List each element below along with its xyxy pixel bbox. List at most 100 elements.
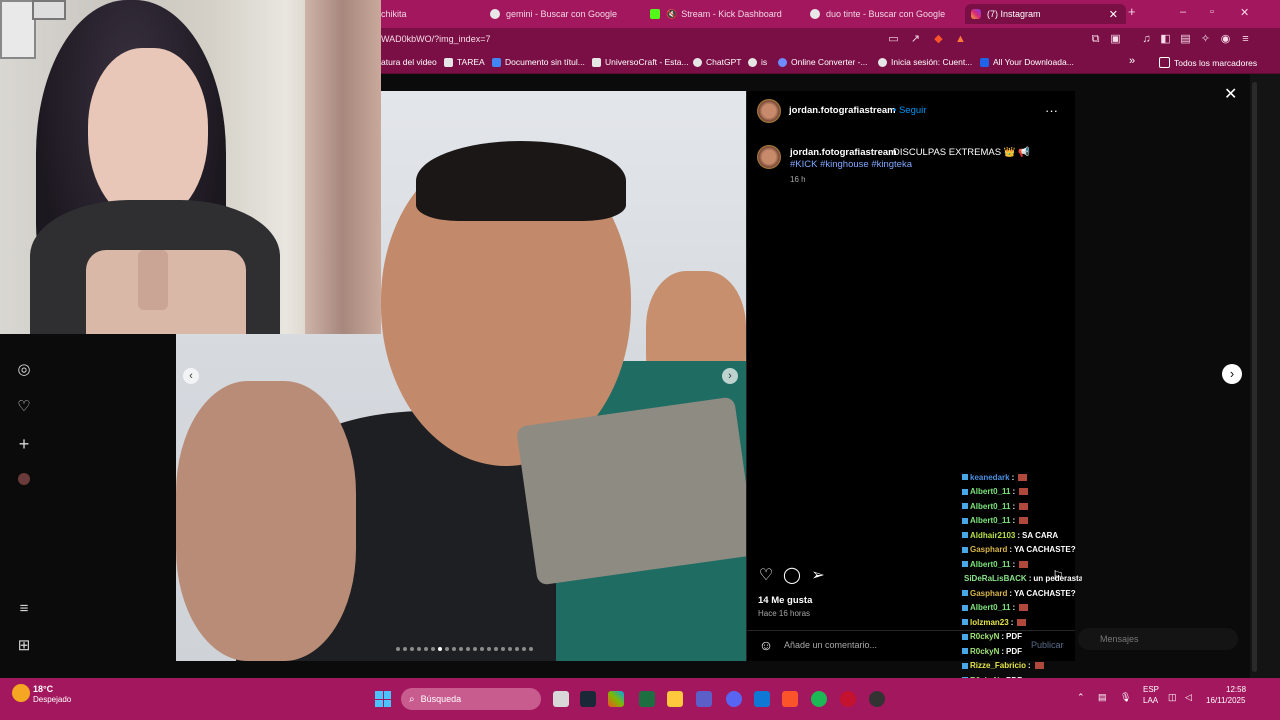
tray-chevron-icon[interactable]: ⌃ (1077, 692, 1085, 703)
wallet2-icon[interactable]: ▤ (1179, 33, 1192, 46)
chat-username: Rizze_Fabricio (970, 661, 1027, 671)
maximize-icon[interactable]: ▫ (1210, 6, 1214, 18)
bookmark-item[interactable]: UniversoCraft - Esta... (592, 57, 689, 67)
tab-duo-tinte[interactable]: duo tinte - Buscar con Google (810, 4, 960, 24)
chat-username: R0ckyN (970, 632, 1000, 642)
follow-button[interactable]: • Seguir (893, 105, 926, 116)
like-heart-icon[interactable]: ♡ (757, 567, 775, 585)
excel-icon[interactable] (639, 691, 655, 707)
copilot-icon[interactable] (608, 691, 624, 707)
chat-line: Aldhair2103: SA CARA (962, 528, 1082, 543)
app-icon[interactable] (840, 691, 856, 707)
volume-icon[interactable]: ◁ (1185, 692, 1192, 703)
url-field[interactable]: WAD0kbWO/?img_index=7 (381, 34, 490, 44)
share-send-icon[interactable]: ➢ (809, 567, 827, 585)
brave-shield-icon[interactable]: ◆ (932, 33, 945, 46)
comment-icon[interactable]: ◯ (783, 567, 801, 585)
chat-separator: : (1012, 559, 1016, 569)
teams-icon[interactable] (696, 691, 712, 707)
wallet-icon[interactable]: ▣ (1109, 33, 1122, 46)
caption-avatar[interactable] (757, 145, 781, 169)
caption-username[interactable]: jordan.fotografiastream (790, 147, 897, 158)
menu-icon[interactable]: ≡ (1239, 33, 1252, 46)
spotify-icon[interactable] (811, 691, 827, 707)
carousel-next-button[interactable]: › (722, 368, 738, 384)
likes-count[interactable]: 14 Me gusta (758, 595, 812, 606)
mic-tray-icon[interactable]: 🎙 (1120, 692, 1131, 703)
sidebar-icon[interactable]: ◧ (1159, 33, 1172, 46)
chat-badge-icon (962, 633, 968, 640)
bookmarks-more-button[interactable]: » (1129, 55, 1135, 67)
task-view-icon[interactable] (553, 691, 569, 707)
author-username[interactable]: jordan.fotografiastream (789, 105, 896, 116)
emoji-icon[interactable]: ☺ (757, 636, 775, 654)
bookmark-label: Online Converter -... (791, 57, 868, 67)
leo-icon[interactable]: ✧ (1199, 33, 1212, 46)
brave-icon[interactable] (782, 691, 798, 707)
chatgpt-icon (693, 57, 702, 67)
chat-badge-icon (962, 532, 968, 539)
folder-icon (1159, 57, 1170, 68)
scrollbar-thumb[interactable] (1252, 82, 1257, 672)
next-post-button[interactable]: › (1222, 364, 1242, 384)
file-explorer-icon[interactable] (667, 691, 683, 707)
more-options-icon[interactable]: ··· (1045, 103, 1058, 118)
network-icon[interactable]: ▤ (1098, 692, 1107, 703)
bookmark-label: is (761, 57, 768, 67)
new-tab-button[interactable]: + (1128, 4, 1136, 19)
close-modal-icon[interactable]: ✕ (1224, 84, 1237, 104)
extensions-icon[interactable]: ⧉ (1089, 33, 1102, 46)
close-window-icon[interactable]: ✕ (1240, 6, 1249, 19)
taskbar-search[interactable]: ⌕ Búsqueda (401, 688, 541, 710)
clock-date[interactable]: 16/11/2025 (1206, 696, 1245, 705)
all-bookmarks-button[interactable]: Todos los marcadores (1159, 57, 1257, 68)
obs-icon[interactable] (869, 691, 885, 707)
lang-code[interactable]: ESP (1143, 685, 1159, 694)
tab-gemini[interactable]: gemini - Buscar con Google (490, 4, 640, 24)
weather-temp[interactable]: 18°C (33, 684, 53, 694)
author-avatar[interactable] (757, 99, 781, 123)
chat-username: Albert0_11 (970, 559, 1011, 569)
windows-start-icon[interactable] (375, 691, 391, 707)
tab-chikita[interactable]: chikita (381, 4, 481, 24)
comment-input[interactable]: Añade un comentario... (784, 640, 877, 650)
music-icon[interactable]: ♫ (1140, 33, 1153, 46)
bookmark-item[interactable]: atura del video (381, 57, 437, 67)
bookmark-item[interactable]: ChatGPT (693, 57, 741, 67)
tab-kick[interactable]: 🔇 Stream - Kick Dashboard (650, 4, 800, 24)
carousel-prev-button[interactable]: ‹ (183, 368, 199, 384)
bookmark-item[interactable]: TAREA (444, 57, 485, 67)
chat-emote-icon (1019, 560, 1029, 568)
close-tab-icon[interactable]: ✕ (1109, 8, 1118, 21)
bookmark-label: TAREA (457, 57, 485, 67)
bookmark-item[interactable]: Online Converter -... (778, 57, 868, 67)
scrollbar[interactable] (1250, 74, 1280, 678)
rewards-icon[interactable]: ▲ (954, 33, 967, 46)
chat-separator: : (1009, 545, 1013, 555)
cast-icon[interactable]: ▭ (887, 33, 900, 46)
discord-icon[interactable] (726, 691, 742, 707)
vpn-icon[interactable]: ◉ (1219, 33, 1232, 46)
mail-icon[interactable] (754, 691, 770, 707)
threads-icon[interactable]: ⊞ (16, 638, 32, 654)
bookmark-item[interactable]: Documento sin títul... (492, 57, 585, 67)
more-menu-icon[interactable]: ≡ (16, 601, 32, 617)
wifi-icon[interactable]: ◫ (1168, 692, 1177, 703)
lang-layout[interactable]: LAA (1143, 696, 1158, 705)
minimize-icon[interactable]: – (1180, 6, 1186, 18)
bookmark-item[interactable]: Inicia sesión: Cuent... (878, 57, 972, 67)
share-icon[interactable]: ↗ (909, 33, 922, 46)
create-icon[interactable]: + (16, 435, 32, 453)
profile-avatar[interactable] (16, 473, 32, 489)
heart-icon[interactable]: ♡ (16, 399, 32, 415)
bookmark-item[interactable]: All Your Downloada... (980, 57, 1074, 67)
steam-icon[interactable] (580, 691, 596, 707)
tab-instagram[interactable]: (7) Instagram ✕ (965, 4, 1126, 24)
explore-icon[interactable]: ◎ (16, 362, 32, 378)
weather-desc[interactable]: Despejado (33, 695, 71, 704)
bookmark-item[interactable]: is (748, 57, 767, 67)
messages-button[interactable]: Mensajes (1078, 628, 1238, 650)
caption-hashtags[interactable]: #KICK #kinghouse #kingteka (790, 159, 912, 170)
clock-time[interactable]: 12:58 (1226, 685, 1246, 694)
chat-separator: : (1001, 632, 1005, 642)
